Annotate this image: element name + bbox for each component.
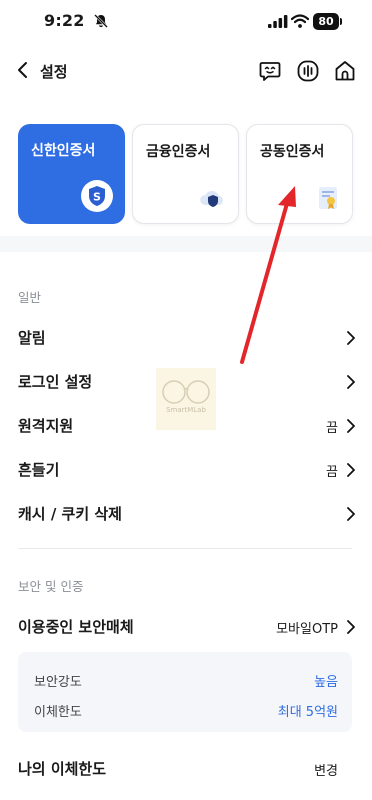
status-bar: 9:22 80 (0, 0, 372, 44)
shinhan-shield-icon: S (81, 180, 113, 212)
security-strength-value: 높음 (314, 675, 338, 690)
glasses-icon (162, 380, 210, 404)
menu-item-label: 흔들기 (18, 461, 60, 479)
certificate-badge-icon (319, 187, 337, 209)
divider (18, 548, 352, 549)
voice-icon[interactable] (296, 59, 320, 83)
bell-slash-icon (94, 14, 108, 28)
chevron-right-icon (347, 507, 355, 521)
battery-indicator: 80 (313, 13, 342, 30)
home-icon[interactable] (333, 59, 357, 83)
menu-item-my-transfer-limit[interactable]: 나의 이체한도 변경 (0, 756, 372, 800)
battery-level: 80 (313, 13, 339, 30)
svg-text:S: S (93, 191, 101, 204)
security-info-box: 보안강도 높음 이체한도 최대 5억원 (18, 652, 352, 732)
status-time: 9:22 (44, 11, 85, 30)
menu-item-notifications[interactable]: 알림 (0, 316, 372, 360)
back-icon[interactable] (14, 60, 32, 80)
cert-card-label: 공동인증서 (260, 144, 325, 160)
menu-item-label: 캐시 / 쿠키 삭제 (18, 505, 122, 523)
chevron-right-icon (347, 463, 355, 477)
cloud-shield-icon (200, 190, 223, 207)
cert-card-label: 금융인증서 (146, 144, 211, 160)
cert-card-label: 신한인증서 (31, 143, 96, 159)
chevron-right-icon (347, 620, 355, 634)
page-title: 설정 (40, 63, 68, 81)
menu-item-label: 나의 이체한도 (18, 760, 107, 778)
menu-item-clear-cache[interactable]: 캐시 / 쿠키 삭제 (0, 492, 372, 536)
transfer-limit-value: 최대 5억원 (277, 705, 338, 720)
cert-card-public[interactable]: 공동인증서 (246, 124, 353, 224)
menu-item-label: 알림 (18, 329, 46, 347)
wifi-icon (291, 14, 309, 28)
watermark-logo: SmartMLab (156, 368, 216, 430)
battery-tip (340, 18, 342, 25)
menu-item-label: 이용중인 보안매체 (18, 618, 134, 636)
chevron-right-icon (347, 331, 355, 345)
transfer-limit-label: 이체한도 (34, 705, 82, 720)
chatbot-icon[interactable] (258, 59, 282, 83)
cert-card-finance[interactable]: 금융인증서 (132, 124, 239, 224)
section-separator (0, 236, 372, 252)
menu-item-shake[interactable]: 흔들기 끔 (0, 448, 372, 492)
security-strength-label: 보안강도 (34, 675, 82, 690)
header: 설정 (0, 44, 372, 100)
chevron-right-icon (347, 419, 355, 433)
cellular-signal-icon (268, 15, 288, 28)
menu-item-value: 끔 (326, 421, 338, 436)
menu-item-label: 원격지원 (18, 417, 74, 435)
menu-item-value: 모바일OTP (276, 622, 338, 637)
menu-item-label: 로그인 설정 (18, 373, 93, 391)
menu-item-security-media[interactable]: 이용중인 보안매체 모바일OTP (0, 605, 372, 649)
cert-card-shinhan[interactable]: 신한인증서 S (18, 124, 125, 224)
chevron-right-icon (347, 375, 355, 389)
section-header-security: 보안 및 인증 (18, 579, 84, 594)
menu-item-value: 끔 (326, 465, 338, 480)
menu-item-value: 변경 (314, 764, 338, 779)
section-header-general: 일반 (18, 290, 42, 305)
watermark-text: SmartMLab (166, 406, 206, 414)
